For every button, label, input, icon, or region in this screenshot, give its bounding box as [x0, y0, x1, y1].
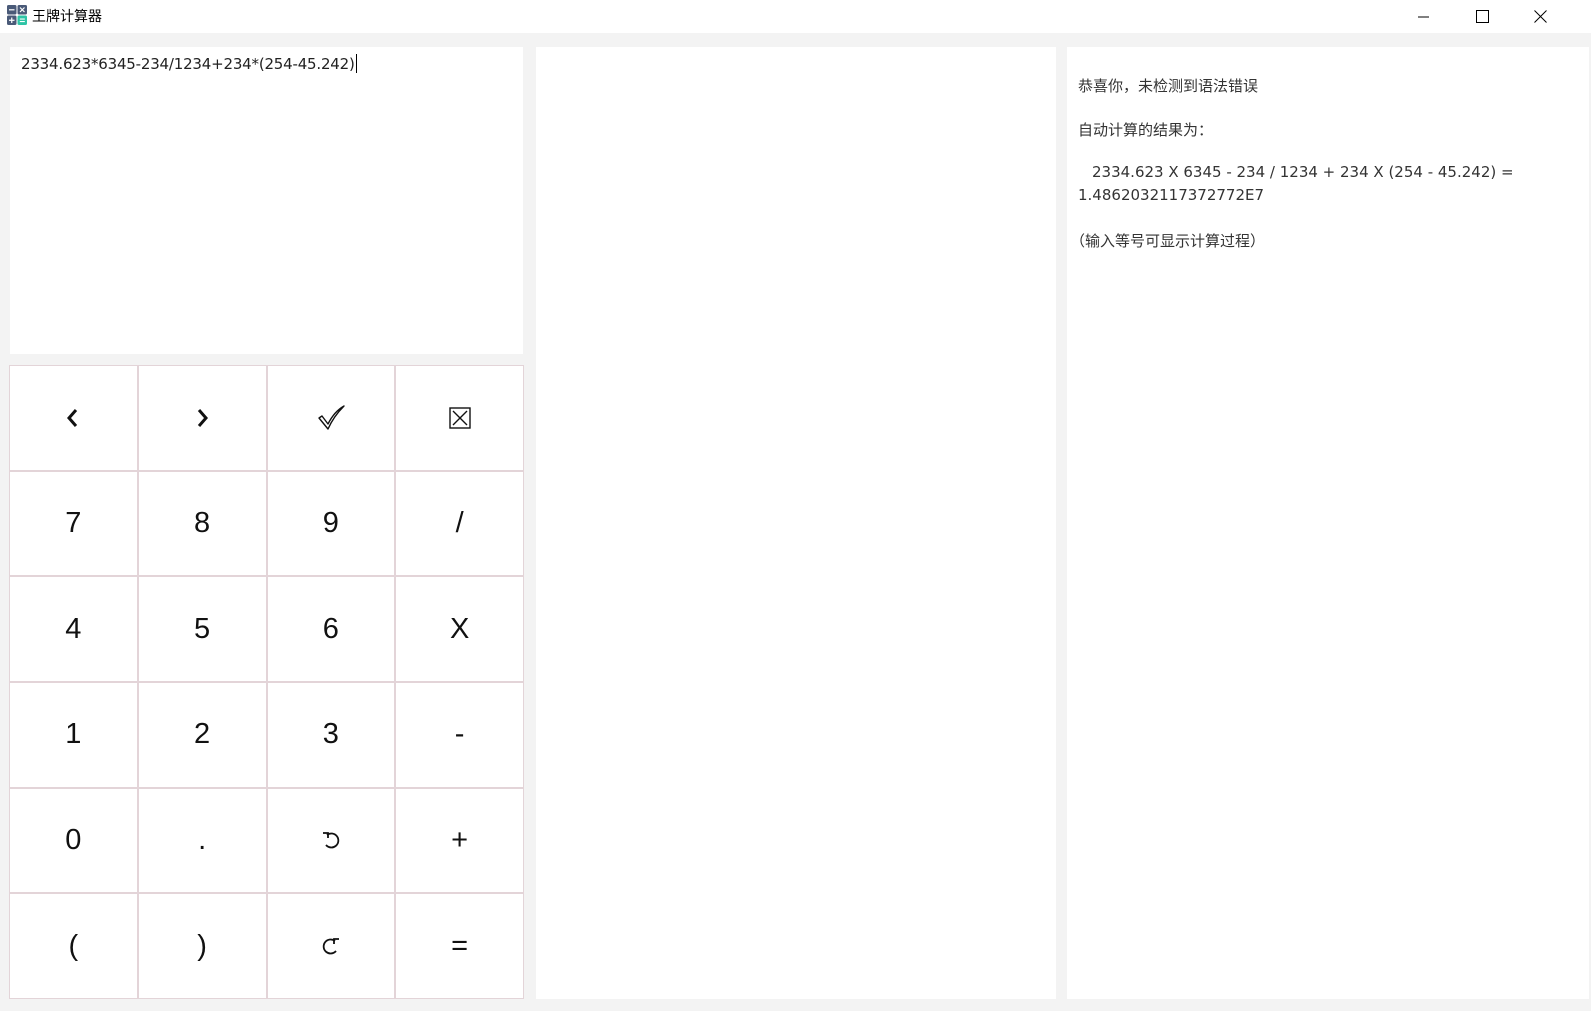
process-panel [536, 47, 1056, 999]
key-label: ) [197, 929, 207, 962]
result-equation: 2334.623 X 6345 - 234 / 1234 + 234 X (25… [1092, 163, 1514, 181]
key-0[interactable]: 0 [9, 787, 138, 894]
key-multiply[interactable]: X [395, 576, 524, 682]
key-label: . [198, 823, 207, 856]
close-button[interactable] [1511, 0, 1569, 33]
result-heading: 自动计算的结果为： [1078, 121, 1214, 139]
key-dot[interactable]: . [137, 787, 267, 894]
key-plus[interactable]: + [395, 787, 524, 894]
chevron-left-icon [65, 407, 81, 429]
check-button[interactable] [266, 365, 396, 471]
key-right-paren[interactable]: ) [137, 893, 267, 999]
key-left-paren[interactable]: ( [9, 893, 138, 999]
key-5[interactable]: 5 [137, 576, 267, 682]
text-caret [355, 54, 357, 73]
key-minus[interactable]: - [395, 681, 524, 788]
key-label: 3 [322, 718, 339, 751]
key-label: X [449, 612, 470, 645]
maximize-icon [1475, 10, 1489, 23]
clear-box-icon [448, 407, 471, 429]
minimize-icon [1418, 16, 1429, 17]
close-icon [1533, 10, 1547, 23]
key-equals[interactable]: = [395, 893, 524, 999]
maximize-button[interactable] [1453, 0, 1511, 33]
key-1[interactable]: 1 [9, 681, 138, 788]
result-value: 1.4862032117372772E7 [1078, 186, 1265, 204]
key-label: 0 [65, 823, 82, 856]
key-label: 2 [194, 718, 211, 751]
key-7[interactable]: 7 [9, 470, 138, 577]
key-8[interactable]: 8 [137, 470, 267, 577]
key-label: 5 [194, 612, 211, 645]
key-label: / [455, 506, 464, 539]
undo-icon [320, 829, 342, 851]
key-4[interactable]: 4 [9, 576, 138, 682]
key-label: 9 [322, 506, 339, 539]
key-2[interactable]: 2 [137, 681, 267, 788]
key-3[interactable]: 3 [266, 681, 396, 788]
window-title: 王牌计算器 [32, 9, 102, 25]
key-label: ( [68, 929, 79, 962]
key-label: 8 [194, 506, 211, 539]
key-label: = [451, 929, 469, 962]
move-left-button[interactable] [9, 365, 138, 471]
redo-button[interactable] [266, 893, 396, 999]
key-label: 1 [65, 718, 82, 751]
key-label: 6 [322, 612, 339, 645]
result-hint: （输入等号可显示计算过程） [1070, 232, 1266, 250]
clear-button[interactable] [395, 365, 524, 471]
keypad: 7 8 9 / 4 5 6 X 1 2 3 - 0. + () = [9, 365, 524, 999]
redo-icon [320, 935, 342, 957]
minimize-button[interactable] [1395, 0, 1453, 33]
key-label: 7 [65, 506, 82, 539]
title-bar: 王牌计算器 [0, 0, 1591, 33]
key-divide[interactable]: / [395, 470, 524, 577]
result-panel: 恭喜你，未检测到语法错误 自动计算的结果为： 2334.623 X 6345 -… [1067, 47, 1589, 999]
expression-text: 2334.623*6345-234/1234+234*(254-45.242) [21, 54, 357, 73]
key-label: 4 [65, 612, 82, 645]
key-9[interactable]: 9 [266, 470, 396, 577]
check-icon [316, 404, 346, 432]
syntax-status: 恭喜你，未检测到语法错误 [1078, 77, 1259, 95]
key-label: + [451, 823, 469, 856]
move-right-button[interactable] [137, 365, 267, 471]
chevron-right-icon [194, 407, 210, 429]
key-label: - [454, 718, 465, 751]
calculator-app-icon [7, 5, 27, 25]
expression-input[interactable]: 2334.623*6345-234/1234+234*(254-45.242) [10, 47, 523, 354]
key-6[interactable]: 6 [266, 576, 396, 682]
undo-button[interactable] [266, 787, 396, 894]
